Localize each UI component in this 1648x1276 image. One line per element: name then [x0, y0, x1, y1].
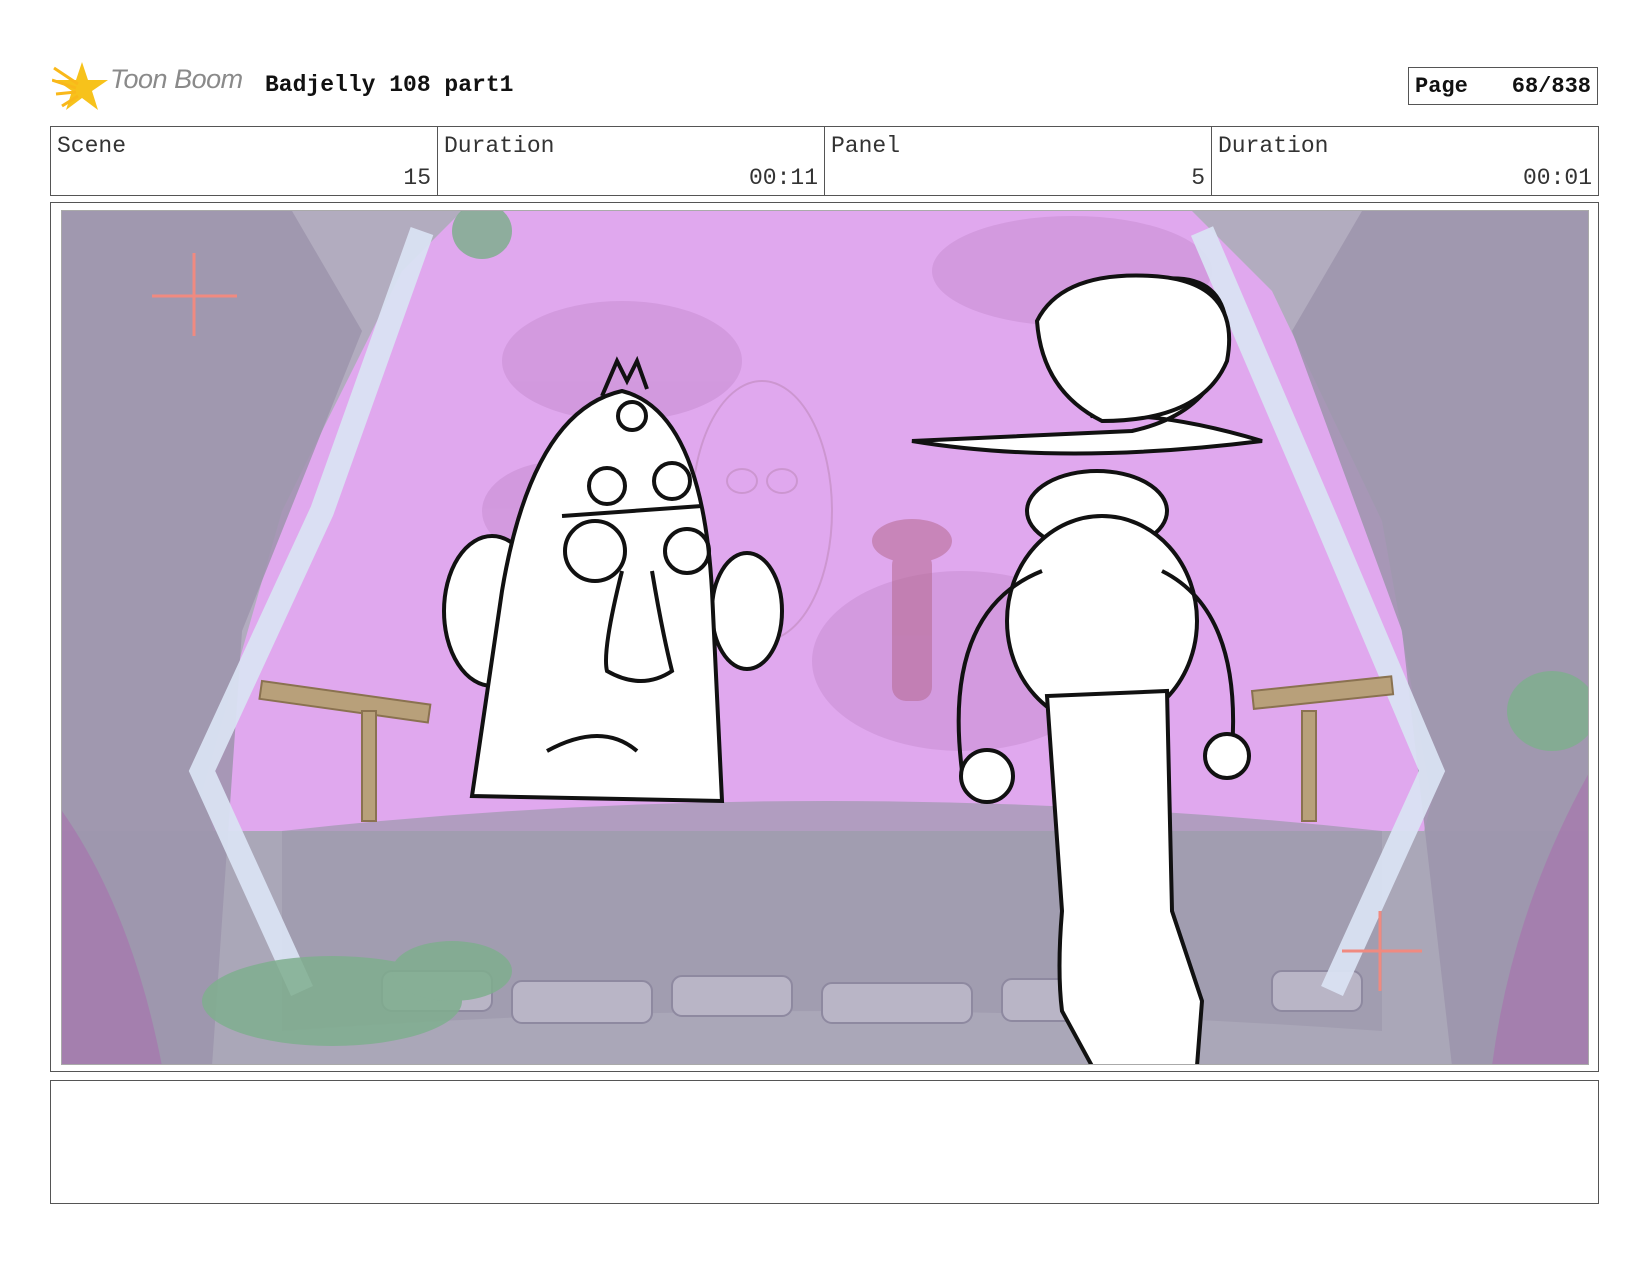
panel-cell: Panel 5: [825, 127, 1212, 195]
panel-duration-cell: Duration 00:01: [1212, 127, 1598, 195]
toon-boom-logo: Toon Boom: [51, 58, 252, 114]
panel-label: Panel: [831, 133, 901, 159]
logo-star-icon: [51, 62, 108, 110]
panel-value: 5: [1191, 165, 1205, 191]
panel-duration-label: Duration: [1218, 133, 1329, 159]
storyboard-info-row: Scene 15 Duration 00:11 Panel 5 Duration…: [50, 126, 1599, 196]
scene-cell: Scene 15: [51, 127, 438, 195]
panel-notes-box: [50, 1080, 1599, 1204]
scene-duration-label: Duration: [444, 133, 555, 159]
scene-duration-cell: Duration 00:11: [438, 127, 825, 195]
panel-duration-value: 00:01: [1522, 165, 1592, 191]
storyboard-panel-image: [61, 210, 1589, 1065]
panel-illustration: [62, 211, 1588, 1064]
page-counter: Page 68/838: [1408, 67, 1598, 105]
scene-value: 15: [403, 165, 431, 191]
page-value: 68/838: [1511, 73, 1591, 99]
scene-label: Scene: [57, 133, 127, 159]
page-label: Page: [1415, 73, 1468, 99]
logo-text: Toon Boom: [110, 64, 243, 94]
document-title: Badjelly 108 part1: [265, 72, 514, 98]
scene-duration-value: 00:11: [748, 165, 818, 191]
